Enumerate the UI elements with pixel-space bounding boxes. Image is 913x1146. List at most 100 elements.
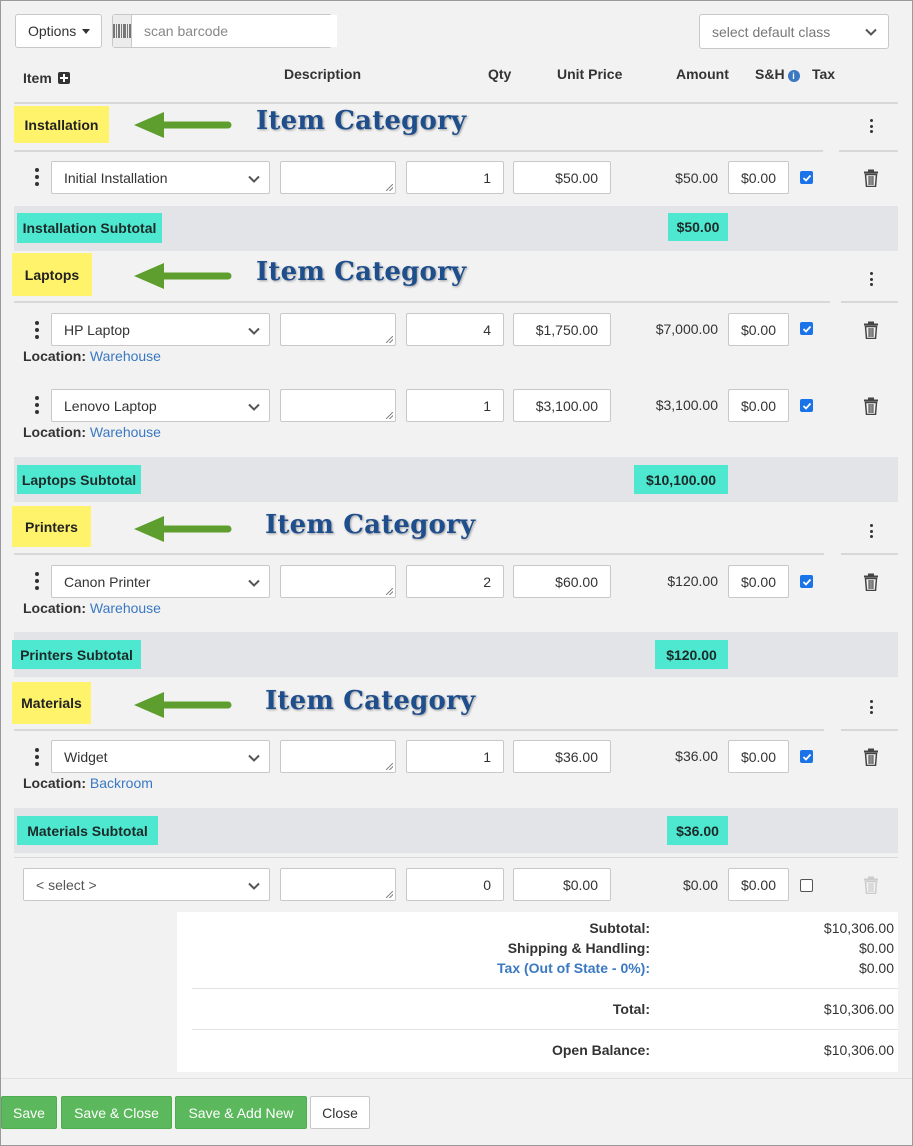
category-menu-icon[interactable]	[864, 119, 878, 133]
new-qty-input[interactable]: 0	[406, 868, 504, 901]
category-menu-icon[interactable]	[864, 524, 878, 538]
description-input[interactable]	[280, 740, 396, 773]
column-header-description: Description	[284, 66, 362, 82]
subtotal-label: Installation Subtotal	[17, 213, 162, 243]
trash-icon[interactable]	[863, 397, 879, 415]
subtotal-label: Subtotal:	[589, 920, 650, 936]
annotation-arrow-icon	[134, 112, 232, 138]
location-link[interactable]: Backroom	[90, 775, 153, 791]
category-menu-icon[interactable]	[864, 272, 878, 286]
location-line: Location: Warehouse	[23, 348, 161, 364]
tax-checkbox[interactable]	[800, 171, 813, 184]
barcode-icon	[113, 15, 132, 47]
save-add-new-button[interactable]: Save & Add New	[175, 1096, 307, 1129]
tax-rate-link[interactable]: Tax (Out of State - 0%):	[170, 960, 650, 976]
save-button[interactable]: Save	[1, 1096, 57, 1129]
qty-input[interactable]: 1	[406, 740, 504, 773]
tax-checkbox[interactable]	[800, 399, 813, 412]
qty-input[interactable]: 2	[406, 565, 504, 598]
options-button[interactable]: Options	[15, 14, 102, 48]
item-select[interactable]: HP Laptop	[51, 313, 270, 346]
trash-icon[interactable]	[863, 169, 879, 187]
annotation-arrow-icon	[134, 516, 232, 542]
new-sh-input[interactable]: $0.00	[728, 868, 789, 901]
category-menu-icon[interactable]	[864, 700, 878, 714]
qty-input[interactable]: 1	[406, 389, 504, 422]
category-label[interactable]: Printers	[12, 506, 91, 547]
unit-price-input[interactable]: $3,100.00	[513, 389, 611, 422]
sh-input[interactable]: $0.00	[728, 161, 789, 194]
sh-input[interactable]: $0.00	[728, 565, 789, 598]
barcode-field[interactable]	[112, 14, 337, 48]
open-balance-label: Open Balance:	[551, 1042, 650, 1058]
column-header-qty: Qty	[488, 66, 512, 82]
item-select-value: Initial Installation	[64, 169, 168, 186]
item-select[interactable]: Canon Printer	[51, 565, 270, 598]
row-drag-handle-icon[interactable]	[30, 396, 44, 414]
item-select[interactable]: Lenovo Laptop	[51, 389, 270, 422]
unit-price-input[interactable]: $36.00	[513, 740, 611, 773]
location-line: Location: Warehouse	[23, 600, 161, 616]
save-close-button[interactable]: Save & Close	[61, 1096, 172, 1129]
item-header-label: Item	[23, 70, 52, 86]
info-icon[interactable]: i	[787, 70, 800, 82]
new-unit-price-input[interactable]: $0.00	[513, 868, 611, 901]
description-input[interactable]	[280, 313, 396, 346]
add-item-icon[interactable]	[57, 72, 70, 84]
category-label[interactable]: Laptops	[12, 253, 92, 296]
default-class-placeholder: select default class	[712, 23, 831, 40]
category-label[interactable]: Installation	[14, 106, 109, 143]
total-label: Total:	[612, 1001, 650, 1017]
trash-icon	[864, 876, 878, 894]
new-description-input[interactable]	[280, 868, 396, 901]
tax-checkbox[interactable]	[800, 575, 813, 588]
amount-value: $3,100.00	[655, 397, 718, 413]
description-input[interactable]	[280, 565, 396, 598]
sh-header-label: S&H	[755, 66, 785, 82]
description-input[interactable]	[280, 389, 396, 422]
unit-price-input[interactable]: $60.00	[513, 565, 611, 598]
item-select[interactable]: Widget	[51, 740, 270, 773]
category-label[interactable]: Materials	[12, 682, 91, 724]
row-drag-handle-icon[interactable]	[30, 168, 44, 186]
sh-input[interactable]: $0.00	[728, 740, 789, 773]
subtotal-value: $10,100.00	[634, 465, 728, 494]
sh-input[interactable]: $0.00	[728, 389, 789, 422]
row-drag-handle-icon[interactable]	[30, 572, 44, 590]
barcode-input[interactable]	[132, 15, 337, 47]
qty-input[interactable]: 4	[406, 313, 504, 346]
new-tax-checkbox[interactable]	[800, 879, 813, 892]
subtotal-row	[14, 632, 898, 677]
sh-input[interactable]: $0.00	[728, 313, 789, 346]
trash-icon[interactable]	[863, 321, 879, 339]
location-link[interactable]: Warehouse	[90, 600, 161, 616]
open-balance-amount: $10,306.00	[823, 1042, 894, 1058]
close-button[interactable]: Close	[310, 1096, 370, 1129]
subtotal-label: Materials Subtotal	[17, 816, 158, 845]
location-label: Location:	[23, 424, 86, 440]
trash-icon[interactable]	[863, 573, 879, 591]
default-class-select[interactable]: select default class	[699, 14, 889, 49]
description-input[interactable]	[280, 161, 396, 194]
category-divider	[14, 729, 824, 731]
row-drag-handle-icon[interactable]	[30, 748, 44, 766]
tax-checkbox[interactable]	[800, 750, 813, 763]
row-drag-handle-icon[interactable]	[30, 321, 44, 339]
location-link[interactable]: Warehouse	[90, 424, 161, 440]
item-select-value: Lenovo Laptop	[64, 397, 157, 414]
chevron-down-icon	[248, 403, 260, 411]
location-label: Location:	[23, 600, 86, 616]
column-header-tax: Tax	[812, 66, 836, 82]
qty-input[interactable]: 1	[406, 161, 504, 194]
annotation-label: Item Category	[265, 686, 476, 716]
tax-checkbox[interactable]	[800, 322, 813, 335]
category-divider	[14, 150, 823, 152]
unit-price-input[interactable]: $1,750.00	[513, 313, 611, 346]
item-select[interactable]: Initial Installation	[51, 161, 270, 194]
trash-icon[interactable]	[863, 748, 879, 766]
chevron-down-icon	[865, 28, 877, 36]
new-item-select[interactable]: < select >	[23, 868, 270, 901]
unit-price-input[interactable]: $50.00	[513, 161, 611, 194]
shipping-label: Shipping & Handling:	[507, 940, 650, 956]
location-link[interactable]: Warehouse	[90, 348, 161, 364]
